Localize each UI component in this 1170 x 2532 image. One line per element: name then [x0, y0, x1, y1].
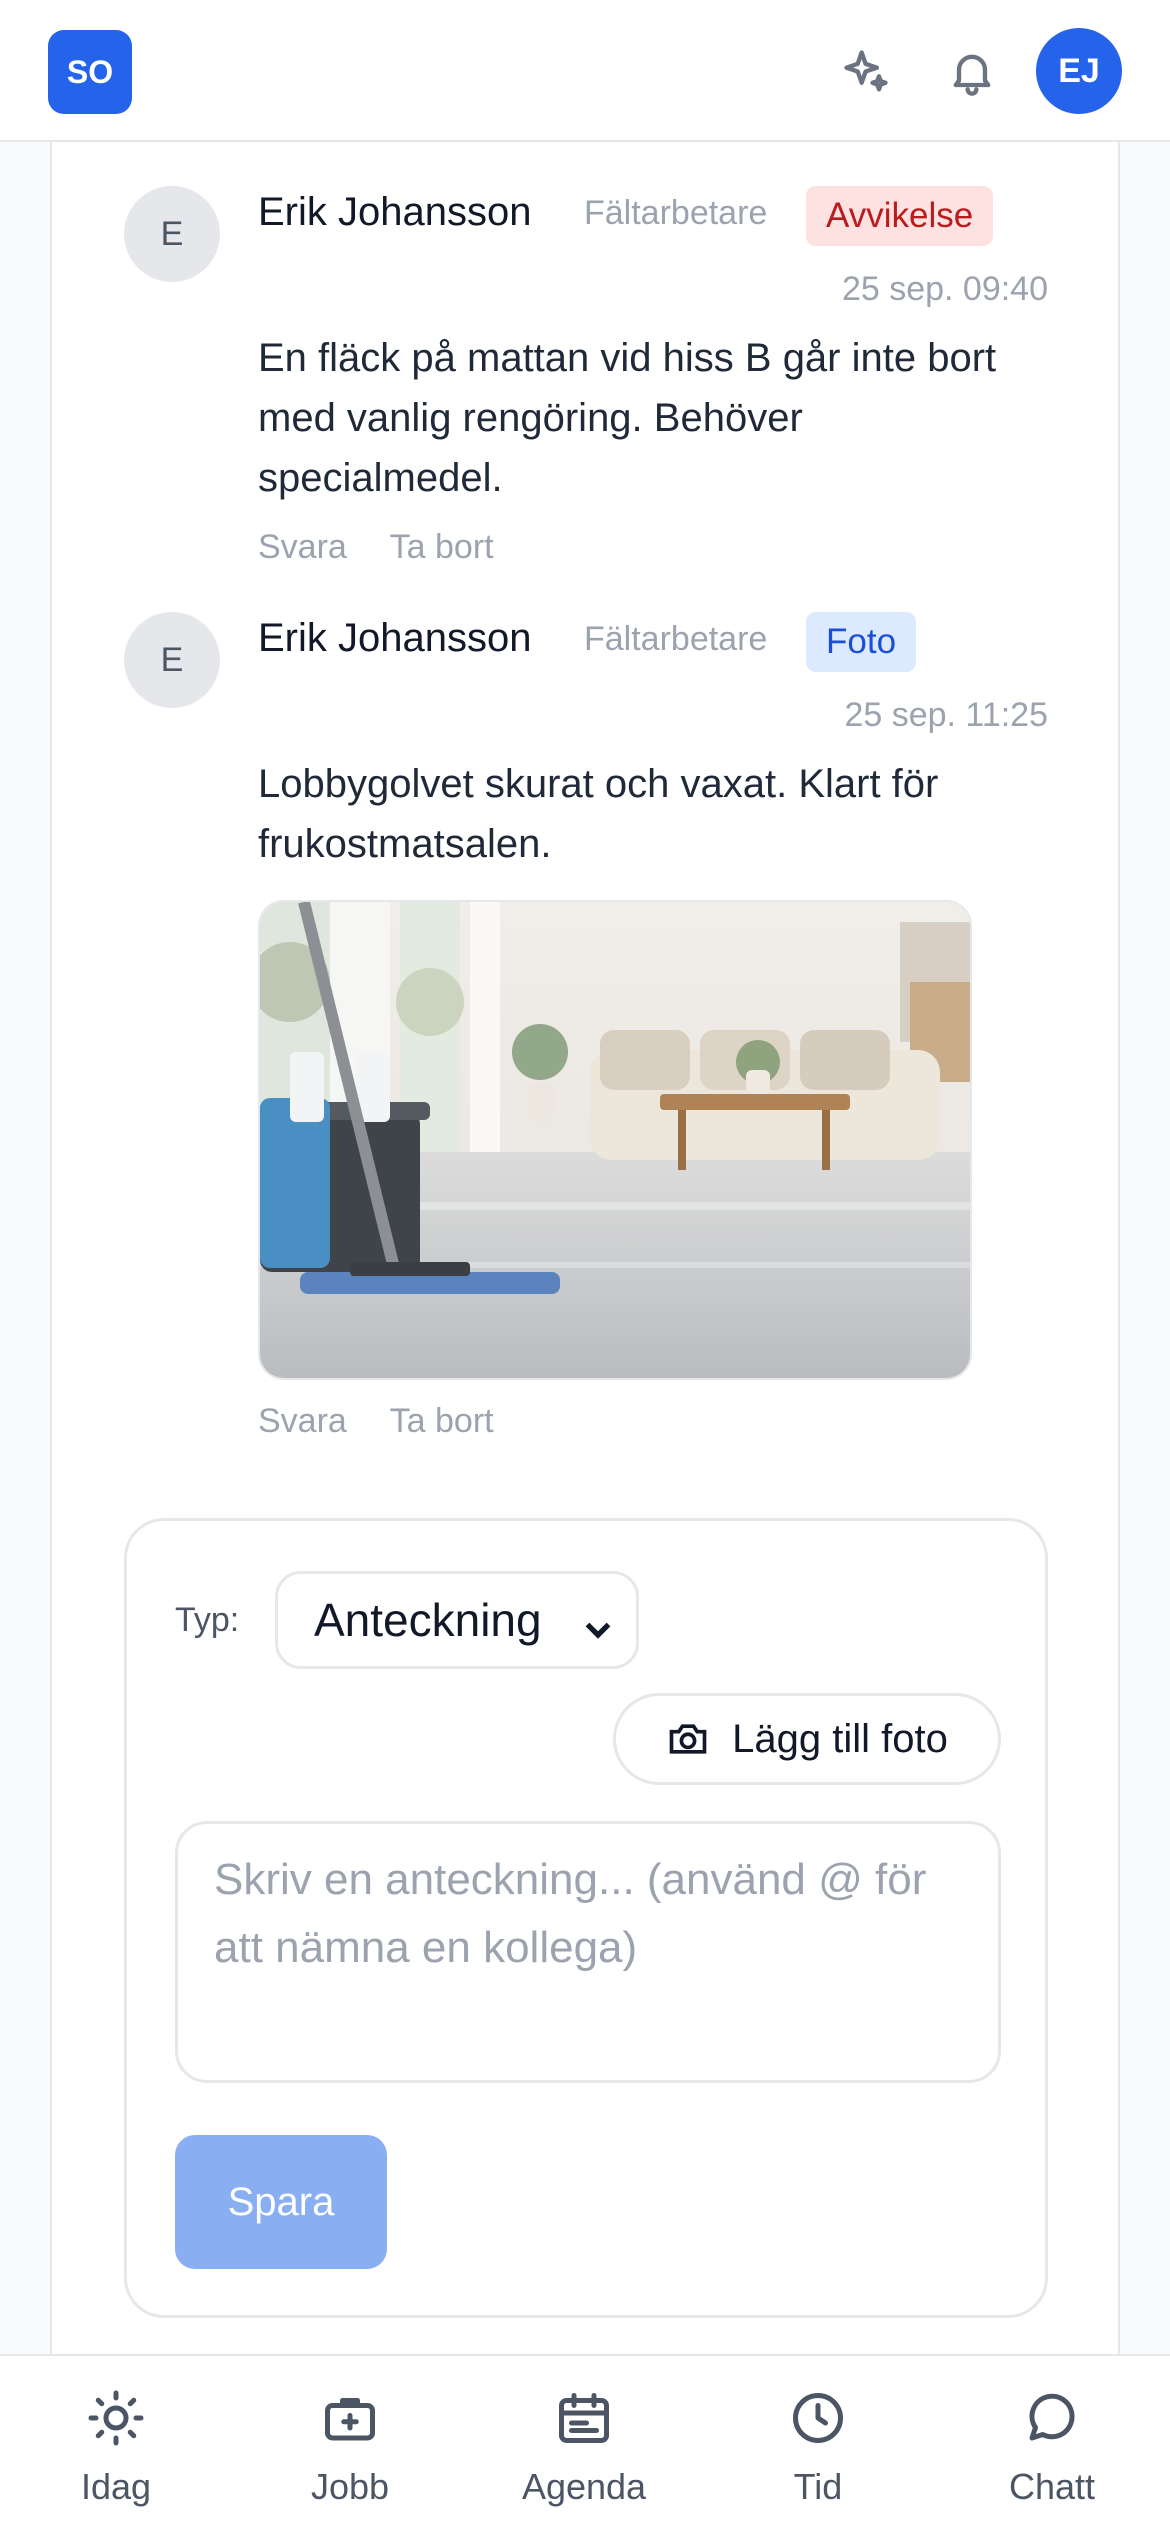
note-type-badge: Avvikelse: [806, 186, 994, 246]
nav-label: Idag: [80, 2466, 152, 2507]
note-textarea[interactable]: Skriv en anteckning... (använd @ för att…: [175, 1821, 1001, 2083]
nav-label: Jobb: [310, 2466, 390, 2507]
user-avatar[interactable]: EJ: [1036, 28, 1122, 114]
nav-item-agenda[interactable]: Agenda: [494, 2356, 674, 2532]
author-avatar: E: [124, 186, 220, 282]
chat-icon: [1029, 2393, 1075, 2441]
note-text: En fläck på mattan vid hiss B går inte b…: [258, 336, 997, 500]
delete-button[interactable]: Ta bort: [390, 528, 494, 566]
note-type-select[interactable]: Anteckning: [275, 1571, 639, 1669]
note-timestamp: 25 sep. 09:40: [841, 270, 1048, 308]
bottom-nav: Idag Jobb Agenda Tid Chatt: [0, 2354, 1170, 2532]
note-actions: Svara Ta bort: [258, 1402, 528, 1441]
note-type-value: Anteckning: [314, 1594, 542, 1646]
nav-item-idag[interactable]: Idag: [26, 2356, 206, 2532]
note-actions: Svara Ta bort: [258, 528, 528, 567]
author-name: Erik Johansson: [258, 616, 532, 660]
note-text: Lobbygolvet skurat och vaxat. Klart för …: [258, 762, 939, 866]
save-button[interactable]: Spara: [175, 2135, 387, 2269]
chevron-down-icon: [580, 1604, 616, 1640]
note-timestamp: 25 sep. 11:25: [844, 696, 1048, 734]
nav-label: Tid: [793, 2466, 843, 2507]
reply-button[interactable]: Svara: [258, 1402, 347, 1440]
briefcase-icon: [325, 2398, 375, 2441]
nav-item-chatt[interactable]: Chatt: [962, 2356, 1142, 2532]
app-screen: SO EJ E Erik Johansson Fältarbetare Avvi…: [0, 0, 1170, 2532]
nav-label: Agenda: [521, 2466, 647, 2507]
app-logo[interactable]: SO: [48, 30, 132, 114]
author-avatar: E: [124, 612, 220, 708]
nav-item-jobb[interactable]: Jobb: [260, 2356, 440, 2532]
notes-panel: E Erik Johansson Fältarbetare Avvikelse …: [50, 142, 1120, 2354]
calendar-icon: [559, 2393, 609, 2443]
sparkles-icon[interactable]: [834, 40, 898, 104]
note-type-badge: Foto: [806, 612, 917, 672]
bell-icon[interactable]: [940, 40, 1004, 104]
sun-icon: [88, 2390, 144, 2446]
note-composer: Typ: Anteckning Lägg till foto Skriv en …: [124, 1518, 1048, 2318]
note-item: E Erik Johansson Fältarbetare Foto 25 se…: [52, 572, 1122, 1440]
nav-label: Chatt: [1008, 2466, 1096, 2507]
camera-icon: [669, 1724, 707, 1754]
add-photo-label: Lägg till foto: [732, 1716, 948, 1761]
top-bar: SO EJ: [0, 0, 1170, 142]
clock-icon: [793, 2393, 843, 2443]
note-item: E Erik Johansson Fältarbetare Avvikelse …: [52, 142, 1122, 572]
delete-button[interactable]: Ta bort: [390, 1402, 494, 1440]
nav-item-tid[interactable]: Tid: [728, 2356, 908, 2532]
note-photo[interactable]: [258, 900, 972, 1380]
reply-button[interactable]: Svara: [258, 528, 347, 566]
author-role: Fältarbetare: [584, 620, 768, 658]
lobby-photo-image: [260, 902, 970, 1378]
author-name: Erik Johansson: [258, 190, 532, 234]
add-photo-button[interactable]: Lägg till foto: [613, 1693, 1001, 1785]
author-role: Fältarbetare: [584, 194, 768, 232]
type-label: Typ:: [175, 1601, 240, 1639]
